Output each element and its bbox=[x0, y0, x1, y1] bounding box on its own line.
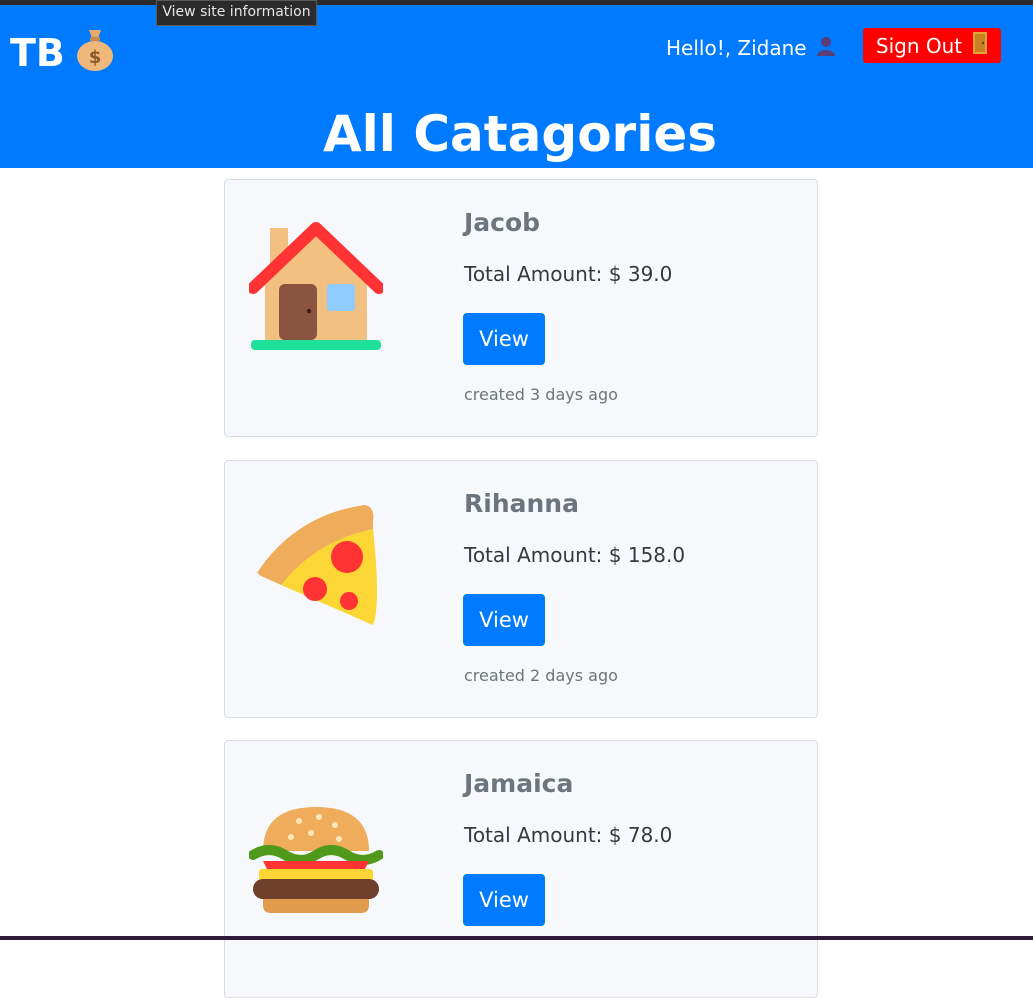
brand-logo[interactable]: TB $ bbox=[10, 29, 115, 75]
greeting-text: Hello!, Zidane bbox=[666, 36, 807, 60]
pizza-icon bbox=[249, 501, 383, 635]
category-name: Rihanna bbox=[464, 489, 579, 518]
burger-icon bbox=[248, 781, 384, 915]
amount-prefix: Total Amount: $ bbox=[464, 823, 628, 847]
view-button[interactable]: View bbox=[463, 874, 545, 926]
total-amount: Total Amount: $ 158.0 bbox=[464, 543, 685, 567]
category-card: Jamaica Total Amount: $ 78.0 View bbox=[224, 740, 818, 998]
created-timestamp: created 3 days ago bbox=[464, 385, 618, 404]
total-amount: Total Amount: $ 78.0 bbox=[464, 823, 672, 847]
navbar: TB $ Hello!, Zidane Sign Out All Catagor… bbox=[0, 5, 1033, 168]
sign-out-button[interactable]: Sign Out bbox=[863, 28, 1001, 63]
category-name: Jamaica bbox=[464, 769, 574, 798]
door-icon bbox=[972, 31, 988, 60]
house-icon bbox=[247, 220, 385, 354]
site-info-tooltip: View site information bbox=[156, 0, 317, 26]
money-bag-icon: $ bbox=[75, 26, 115, 81]
category-card: Jacob Total Amount: $ 39.0 View created … bbox=[224, 179, 818, 437]
brand-text: TB bbox=[10, 31, 65, 75]
user-greeting: Hello!, Zidane bbox=[666, 33, 837, 63]
category-name: Jacob bbox=[464, 208, 541, 237]
sign-out-label: Sign Out bbox=[875, 33, 963, 58]
amount-value: 78.0 bbox=[627, 823, 673, 847]
amount-value: 39.0 bbox=[627, 262, 673, 286]
total-amount: Total Amount: $ 39.0 bbox=[464, 262, 672, 286]
amount-prefix: Total Amount: $ bbox=[464, 262, 628, 286]
amount-prefix: Total Amount: $ bbox=[464, 543, 628, 567]
category-card: Rihanna Total Amount: $ 158.0 View creat… bbox=[224, 460, 818, 718]
amount-value: 158.0 bbox=[627, 543, 686, 567]
user-silhouette-icon bbox=[815, 35, 837, 62]
created-timestamp: created 2 days ago bbox=[464, 666, 618, 685]
view-button[interactable]: View bbox=[463, 594, 545, 646]
svg-text:$: $ bbox=[89, 47, 102, 68]
view-button[interactable]: View bbox=[463, 313, 545, 365]
page-title: All Catagories bbox=[322, 105, 718, 163]
bottom-edge bbox=[0, 936, 1033, 940]
